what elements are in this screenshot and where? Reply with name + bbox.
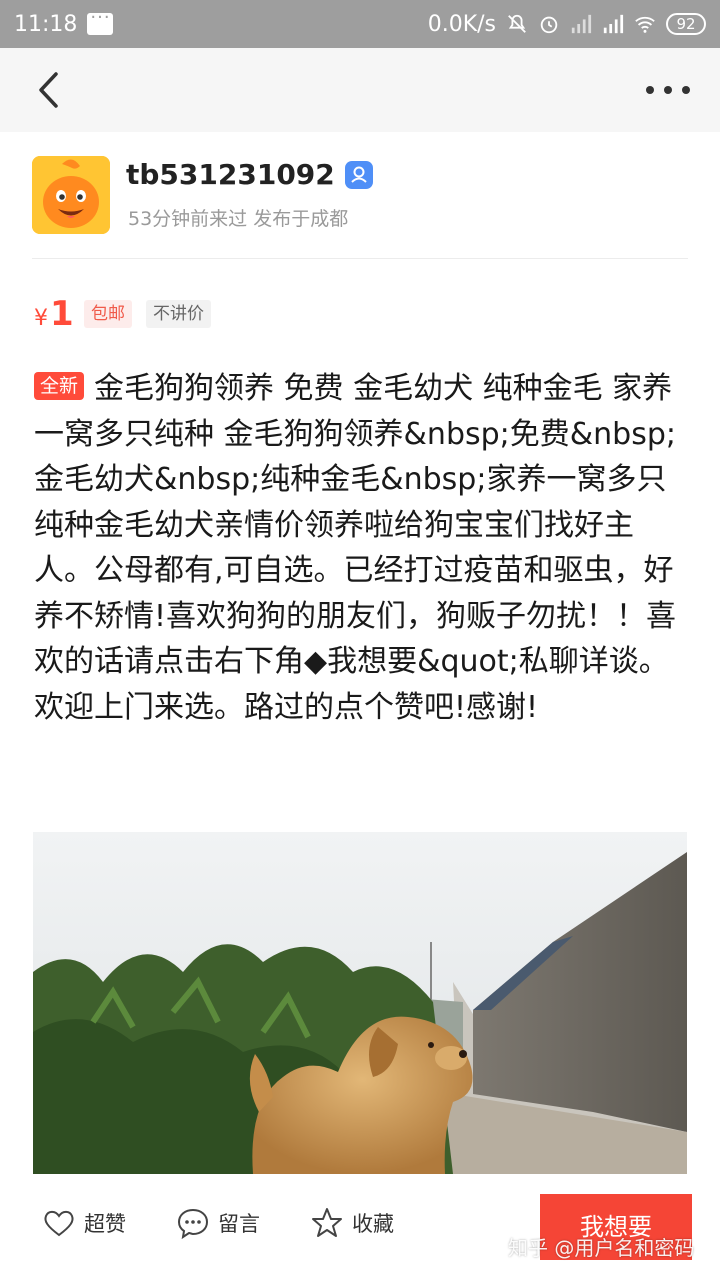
puppy-photo-image [33,832,687,1174]
price: ¥ 1 [34,294,74,334]
heart-icon [44,1210,74,1237]
like-label: 超赞 [84,1212,126,1236]
nav-bar [0,48,720,132]
description-text: 金毛狗狗领养 免费 金毛幼犬 纯种金毛 家养一窝多只纯种 金毛狗狗领养&nbsp… [34,371,677,725]
watermark: 知乎 @用户名和密码 [508,1236,695,1260]
battery-indicator: 92 [666,13,706,35]
listing-description: 全新 金毛狗狗领养 免费 金毛幼犬 纯种金毛 家养一窝多只纯种 金毛狗狗领养&nb… [34,366,684,730]
verified-badge-icon [344,160,373,189]
avatar-mascot-image [32,156,110,234]
alarm-icon [540,16,558,34]
seller-meta: 53分钟前来过 发布于成都 [128,208,349,230]
bottom-action-bar: 超赞 留言 收藏 我想要 知乎 @用户名和密码 [0,1174,720,1280]
comment-icon [177,1208,209,1240]
comment-label: 留言 [218,1212,260,1236]
comment-button[interactable]: 留言 [176,1206,260,1240]
favorite-button[interactable]: 收藏 [310,1206,394,1240]
star-icon [312,1208,342,1237]
seller-username-row[interactable]: tb531231092 [126,158,373,191]
network-speed: 0.0K/s [427,11,496,37]
status-bar: 11:18 0.0K/s 92 [0,0,720,48]
tag-no-bargain: 不讲价 [146,300,211,328]
seller-avatar[interactable] [32,156,110,234]
status-icons: 0.0K/s 92 [428,12,706,37]
back-arrow-icon[interactable] [30,68,70,112]
tag-free-shipping: 包邮 [84,300,132,328]
mute-icon [508,14,526,33]
more-options-icon[interactable] [640,72,696,108]
profile-divider [32,258,688,259]
condition-badge: 全新 [34,372,85,400]
price-currency: ¥ [34,306,48,331]
signal-icon-2 [603,14,624,34]
wifi-icon [635,16,655,33]
listing-photo[interactable] [33,832,687,1174]
price-amount: 1 [50,294,74,334]
message-notification-icon [87,7,114,35]
favorite-label: 收藏 [352,1212,394,1236]
seller-username[interactable]: tb531231092 [126,158,335,191]
status-time: 11:18 [14,11,78,37]
like-button[interactable]: 超赞 [42,1206,126,1240]
signal-icon [571,14,592,34]
